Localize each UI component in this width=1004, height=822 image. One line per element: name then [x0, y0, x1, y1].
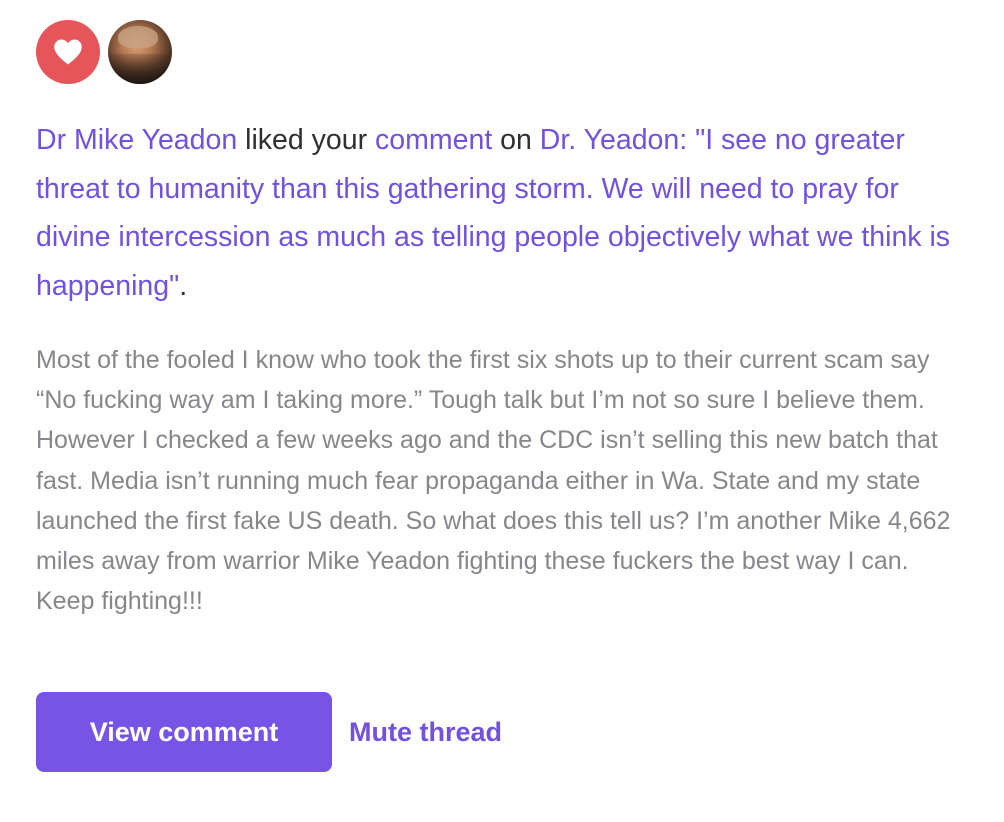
avatar-hair	[118, 26, 158, 48]
view-comment-button[interactable]: View comment	[36, 692, 332, 772]
heart-glyph	[54, 39, 82, 65]
actor-link[interactable]: Dr Mike Yeadon	[36, 124, 237, 156]
headline-verb: liked your	[237, 124, 376, 156]
headline-preposition: on	[492, 124, 540, 156]
avatar[interactable]	[108, 20, 172, 84]
comment-excerpt: Most of the fooled I know who took the f…	[36, 346, 951, 616]
notification-actions: View comment Mute thread	[36, 692, 502, 772]
notification-headline: Dr Mike Yeadon liked your comment on Dr.…	[36, 116, 976, 310]
headline-period: .	[179, 269, 188, 302]
mute-thread-button[interactable]: Mute thread	[349, 717, 502, 748]
avatar-shade	[108, 54, 172, 84]
comment-link[interactable]: comment	[375, 124, 492, 156]
heart-icon	[36, 20, 100, 84]
notification-icons	[36, 19, 172, 85]
